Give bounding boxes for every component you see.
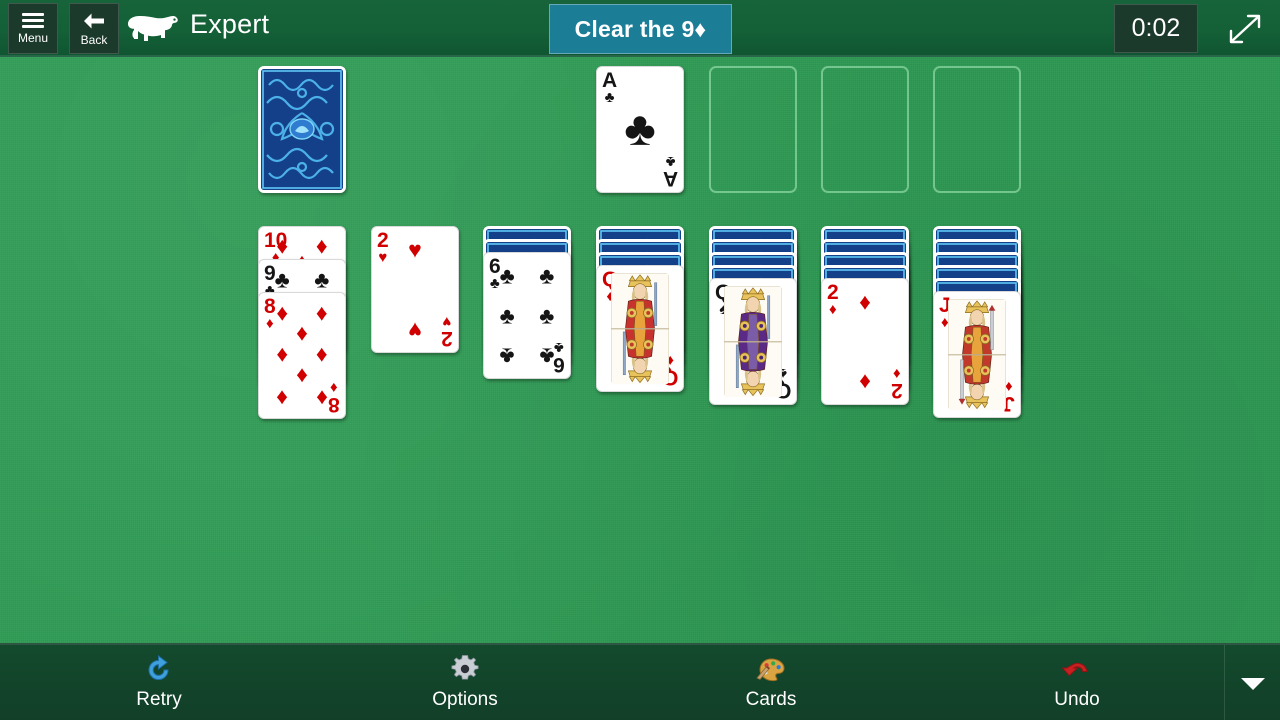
card-pip: ♣ [499,262,515,288]
expand-diagonal-icon[interactable] [1226,10,1264,48]
card-pip: ♣ [539,343,555,369]
card-pip: ♦ [315,299,328,326]
card-pip: ♣ [624,102,656,156]
back-button[interactable]: Back [69,3,119,54]
card-pip: ♦ [296,319,308,346]
tableau-1-card-8♦[interactable]: 8 ♦ 8 ♦ ♦ ♦ ♦ ♦ ♦ ♦ ♦ ♦ [258,292,346,419]
tableau-2-card-2♥[interactable]: 2 ♥ 2 ♥ ♥ ♥ [371,226,459,353]
card-suit: ♣ [489,275,500,292]
card-corner-bottom: 8 ♦ [328,379,340,416]
card-rank: A [662,167,678,190]
card-corner-bottom: 2 ♦ [891,365,903,402]
tableau-7-card-J♦[interactable]: J ♦ J ♦ [933,291,1021,418]
foundation-slot-4[interactable] [933,66,1021,193]
retry-circular-arrow-icon [142,651,176,687]
gear-icon [448,651,482,687]
undo-arrow-icon [1060,651,1094,687]
card-pip: ♣ [314,266,330,293]
court-card-art [724,286,782,397]
court-card-art [611,273,669,384]
card-pip: ♣ [499,343,515,369]
card-corner-bottom: 2 ♥ [441,313,453,350]
card-pip: ♥ [408,236,422,262]
card-corner-bottom: 6 ♣ [553,339,565,376]
foundation-slot-3[interactable] [821,66,909,193]
palette-icon [754,651,788,687]
card-suit: ♦ [330,379,338,396]
card-suit: ♦ [829,301,837,318]
polar-bear-icon [124,11,180,45]
tableau-5-card-Q♠[interactable]: Q♠ Q♠ [709,278,797,405]
card-corner-top: 2 ♦ [827,282,839,317]
page-title: Expert [190,9,270,39]
card-back-pattern [261,69,343,190]
card-pip: ♦ [315,385,328,412]
cards-button-label: Cards [745,689,797,710]
card-rank: 2 [441,327,453,350]
objective-text: Clear the 9♦ [574,15,707,42]
card-corner-top: 8 ♦ [264,296,276,331]
chevron-down-icon[interactable] [1224,645,1280,720]
card-pip: ♣ [539,302,555,328]
card-suit: ♣ [665,153,676,170]
tableau-6-card-2♦[interactable]: 2 ♦ 2 ♦ ♦ ♦ [821,278,909,405]
undo-button[interactable]: Undo [992,651,1162,717]
card-pip: ♦ [859,369,871,395]
card-pip: ♣ [274,266,290,293]
card-corner-bottom: A ♣ [662,153,678,190]
timer-value: 0:02 [1131,14,1181,42]
card-suit: ♣ [554,339,565,356]
tableau-4-card-Q♦[interactable]: Q♦ Q♦ [596,265,684,392]
card-pip: ♦ [276,385,289,412]
game-header-bar: Menu Back Expert Clear the 9♦ 0:02 [0,0,1280,57]
card-corner-top: 2 ♥ [377,230,389,265]
foundation-slot-2[interactable] [709,66,797,193]
card-pip: ♥ [408,317,422,343]
card-rank: 2 [827,281,839,304]
retry-button-label: Retry [136,689,182,710]
back-button-label: Back [80,32,108,47]
timer-display: 0:02 [1114,4,1198,53]
cards-button[interactable]: Cards [686,651,856,717]
card-suit: ♦ [266,315,274,332]
card-suit: ♥ [442,313,452,330]
retry-button[interactable]: Retry [74,651,244,717]
menu-button[interactable]: Menu [8,3,58,54]
card-rank: 2 [377,229,389,252]
foundation-card-1[interactable]: A ♣ A ♣ ♣ [596,66,684,193]
stock-pile-card[interactable] [258,66,346,193]
objective-banner: Clear the 9♦ [549,4,732,54]
card-pip: ♦ [296,363,308,389]
bottom-toolbar: Retry Options Cards Undo [0,643,1280,720]
arrow-left-icon [82,12,106,30]
card-rank: 6 [553,353,565,376]
card-rank: 8 [264,295,276,318]
card-pip: ♦ [276,299,289,326]
card-pip: ♦ [315,232,328,259]
card-corner-top: A ♣ [602,70,617,105]
card-pip: ♦ [276,340,289,367]
card-pip: ♦ [315,340,328,367]
card-suit: ♣ [604,89,615,106]
hamburger-icon [22,13,44,28]
game-table: A♣ A♣ ♣ 10♦ 10♦ ♦♦♦♦♦♦♦♦♦♦ 9♣ 9♣ ♣♣♣♣♣♣♣… [0,57,1280,643]
card-suit: ♥ [378,249,388,266]
tableau-3-card-6♣[interactable]: 6 ♣ 6 ♣ ♣ ♣ ♣ ♣ ♣ ♣ [483,252,571,379]
menu-button-label: Menu [17,31,49,45]
options-button[interactable]: Options [380,651,550,717]
card-suit: ♦ [893,365,901,382]
undo-button-label: Undo [1054,689,1100,710]
card-pip: ♣ [539,262,555,288]
card-pip: ♣ [499,302,515,328]
card-rank: 2 [891,379,903,402]
card-rank: A [602,69,618,92]
options-button-label: Options [432,689,498,710]
card-suit: ♦ [1005,378,1013,395]
card-pip: ♦ [276,232,289,259]
card-rank: 8 [328,393,340,416]
solitaire-game-window: Menu Back Expert Clear the 9♦ 0:02 A ♣ A… [0,0,1280,720]
court-card-art [948,299,1006,410]
card-pip: ♦ [859,288,871,314]
